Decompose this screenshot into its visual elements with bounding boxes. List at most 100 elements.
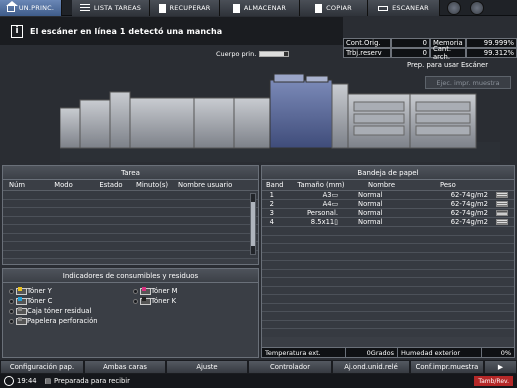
toner-level-bar <box>259 51 290 57</box>
punch-waste-icon <box>16 317 27 325</box>
waste-toner-label: Caja tóner residual <box>27 307 92 315</box>
home-icon <box>5 1 18 12</box>
tray-fill-icon <box>496 192 508 198</box>
humidity-label: Humedad exterior <box>398 348 482 357</box>
sample-print-settings-button[interactable]: Conf.impr.muestra <box>410 360 484 374</box>
toner-m-indicator[interactable]: Tóner M <box>133 287 177 295</box>
tab-label: ALMACENAR <box>243 4 287 12</box>
store-icon <box>232 3 240 13</box>
status-time: 19:44 <box>17 377 37 385</box>
adjust-button[interactable]: Ajuste <box>166 360 248 374</box>
toner-m-icon <box>140 287 151 295</box>
env-badge[interactable]: Tamb/Rev. <box>474 376 513 386</box>
tray-row[interactable]: 1 A3▭ Normal 62-74g/m2 <box>262 191 514 200</box>
next-arrow-button[interactable]: ▶ <box>484 360 517 374</box>
machine-illustration <box>60 73 500 162</box>
tray-table-header: Band Tamaño (mm) Nombre Peso <box>262 180 514 191</box>
consumables-panel: Indicadores de consumibles y residuos Tó… <box>2 268 259 358</box>
cont-orig-label: Cont.Orig. <box>343 38 391 48</box>
job-table-header: Núm Modo Estado Minuto(s) Nombre usuario <box>3 180 258 191</box>
top-tab-bar: UN.PRINC. LISTA TAREAS RECUPERAR ALMACEN… <box>0 0 517 16</box>
toner-m-label: Tóner M <box>151 287 178 295</box>
tab-scan[interactable]: ESCANEAR <box>368 0 440 16</box>
main-body-toner: Cuerpo prin. <box>216 50 290 58</box>
counters-panel: Cont.Orig. 0 Memoria 99.999% Trbj.reserv… <box>343 38 517 61</box>
job-scrollbar[interactable] <box>250 193 256 255</box>
status-text: Preparada para recibir <box>54 377 130 385</box>
duplex-button[interactable]: Ambas caras <box>84 360 166 374</box>
tab-label: LISTA TAREAS <box>93 4 142 12</box>
trbj-reserv-value: 0 <box>391 48 430 58</box>
col-band: Band <box>266 181 284 189</box>
tab-copy[interactable]: COPIAR <box>300 0 368 16</box>
tray-row[interactable]: 2 A4▭ Normal 62-74g/m2 <box>262 200 514 209</box>
ready-status-text: Prep. para usar Escáner <box>407 61 489 69</box>
toner-y-icon <box>16 287 27 295</box>
waste-toner-indicator[interactable]: Caja tóner residual <box>9 307 91 315</box>
job-panel: Tarea Núm Modo Estado Minuto(s) Nombre u… <box>2 165 259 265</box>
tab-recover[interactable]: RECUPERAR <box>150 0 220 16</box>
tray-fill-icon <box>496 210 508 216</box>
controller-button[interactable]: Controlador <box>248 360 332 374</box>
paper-tray-title: Bandeja de papel <box>262 166 514 180</box>
tray-fill-icon <box>496 219 508 225</box>
paper-tray-panel: Bandeja de papel Band Tamaño (mm) Nombre… <box>261 165 515 358</box>
clock-icon <box>4 376 14 386</box>
job-scroll-thumb[interactable] <box>251 202 255 246</box>
cont-orig-value: 0 <box>391 38 430 48</box>
tab-label: COPIAR <box>326 4 352 12</box>
cant-arch-label: Cant. arch. <box>430 45 466 61</box>
toner-c-label: Tóner C <box>27 297 53 305</box>
col-name: Nombre <box>368 181 396 189</box>
toner-c-indicator[interactable]: Tóner C <box>9 297 52 305</box>
message-bar[interactable]: i El escáner en línea 1 detectó una manc… <box>0 17 343 45</box>
toner-k-icon <box>140 297 151 305</box>
printer-icon: ▤ <box>44 377 52 385</box>
col-user: Nombre usuario <box>178 181 233 189</box>
punch-waste-indicator[interactable]: Papelera perforación <box>9 317 98 325</box>
tab-job-list[interactable]: LISTA TAREAS <box>72 0 150 16</box>
toner-k-indicator[interactable]: Tóner K <box>133 297 176 305</box>
recover-icon <box>158 3 166 13</box>
copy-icon <box>315 3 323 13</box>
bottom-button-bar: Configuración pap. Ambas caras Ajuste Co… <box>0 360 517 374</box>
temp-label: Temperatura ext. <box>262 348 346 357</box>
job-panel-title: Tarea <box>3 166 258 180</box>
scan-icon <box>378 5 389 11</box>
col-status: Estado <box>99 181 123 189</box>
job-table-body <box>3 191 258 263</box>
col-size: Tamaño (mm) <box>297 181 345 189</box>
tab-label: ESCANEAR <box>392 4 429 12</box>
temp-value: 0Grados <box>346 348 398 357</box>
menu-icon[interactable] <box>470 1 484 15</box>
tray-row[interactable]: 4 8.5x11▯ Normal 62-74g/m2 <box>262 218 514 227</box>
col-num: Núm <box>9 181 26 189</box>
paper-settings-button[interactable]: Configuración pap. <box>0 360 84 374</box>
list-icon <box>79 4 90 12</box>
arrow-right-icon: ▶ <box>497 363 504 371</box>
memoria-value: 99.999% <box>466 38 517 48</box>
cant-arch-value: 99.312% <box>466 48 517 58</box>
toner-y-label: Tóner Y <box>27 287 52 295</box>
tab-label: UN.PRINC. <box>18 4 55 12</box>
consumables-list: Tóner Y Tóner M Tóner C Tóner K Caja tón… <box>3 283 258 325</box>
relay-adjust-button[interactable]: Aj.ond.unid.relé <box>332 360 410 374</box>
humidity-value: 0% <box>500 348 511 357</box>
tab-store[interactable]: ALMACENAR <box>220 0 300 16</box>
punch-waste-label: Papelera perforación <box>27 317 98 325</box>
tab-home[interactable]: UN.PRINC. <box>0 0 62 16</box>
info-icon: i <box>11 24 23 38</box>
trbj-reserv-label: Trbj.reserv <box>343 48 391 58</box>
environment-bar: Temperatura ext. 0Grados Humedad exterio… <box>261 347 515 358</box>
waste-box-icon <box>16 307 27 315</box>
toner-k-label: Tóner K <box>151 297 177 305</box>
message-text: El escáner en línea 1 detectó una mancha <box>30 26 223 36</box>
col-mode: Modo <box>54 181 73 189</box>
cuerpo-label: Cuerpo prin. <box>216 50 257 58</box>
toner-y-indicator[interactable]: Tóner Y <box>9 287 52 295</box>
tray-row[interactable]: 3 Personal. Normal 62-74g/m2 <box>262 209 514 218</box>
status-bar: 19:44 ▤ Preparada para recibir Tamb/Rev. <box>0 374 517 388</box>
tab-label: RECUPERAR <box>169 4 211 12</box>
tray-fill-icon <box>496 201 508 207</box>
globe-icon[interactable] <box>447 1 461 15</box>
